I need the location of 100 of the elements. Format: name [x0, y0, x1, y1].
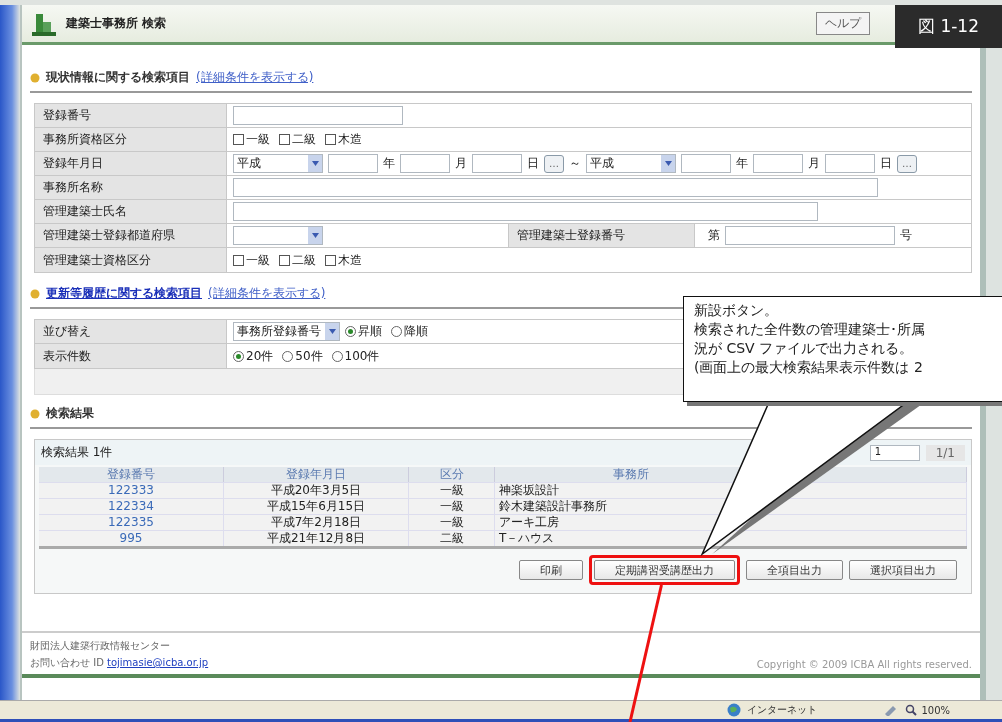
- radio-button[interactable]: [391, 326, 402, 337]
- detail-link[interactable]: (詳細条件を表示する): [196, 69, 314, 86]
- field-label: 表示件数: [35, 344, 227, 368]
- checkbox[interactable]: [233, 134, 244, 145]
- field-unit: 年: [383, 155, 395, 172]
- field-unit: 月: [455, 155, 467, 172]
- input-field[interactable]: [681, 154, 731, 173]
- table-cell: 平成21年12月8日: [224, 530, 409, 546]
- section-title: 現状情報に関する検索項目: [46, 69, 190, 86]
- checkbox[interactable]: [325, 254, 336, 266]
- section-title: 検索結果: [46, 405, 94, 422]
- table-cell: 二級: [409, 530, 495, 546]
- field-label: 並び替え: [35, 320, 227, 343]
- detail-link[interactable]: (詳細条件を表示する): [208, 285, 326, 302]
- checkbox-label: 木造: [338, 251, 362, 269]
- field-label: 管理建築士氏名: [35, 200, 227, 223]
- input-field[interactable]: [825, 154, 875, 173]
- figure-label: 図 1-12: [895, 5, 1002, 48]
- field-unit: 号: [900, 227, 912, 244]
- zoom-control[interactable]: 100%: [905, 704, 950, 716]
- magnifier-icon: [905, 704, 918, 716]
- action-button[interactable]: 選択項目出力: [849, 560, 957, 580]
- copyright: Copyright © 2009 ICBA All rights reserved.: [756, 659, 972, 670]
- calendar-button[interactable]: …: [544, 154, 564, 173]
- table-cell: 平成20年3月5日: [224, 482, 409, 498]
- input-field[interactable]: [233, 178, 878, 197]
- field-unit: 日: [527, 155, 539, 172]
- email-link[interactable]: tojimasie@icba.or.jp: [107, 657, 209, 668]
- callout-text: 新設ボタン。: [694, 301, 779, 320]
- action-button[interactable]: 印刷: [519, 560, 583, 580]
- table-cell: 平成7年2月18日: [224, 514, 409, 530]
- registration-link[interactable]: 995: [119, 531, 143, 545]
- dropdown[interactable]: [233, 226, 323, 245]
- result-count: 検索結果 1件: [41, 444, 114, 461]
- dropdown[interactable]: 事務所登録番号: [233, 322, 340, 341]
- table-cell: 一級: [409, 482, 495, 498]
- field-unit: 日: [880, 155, 892, 172]
- field-label: 管理建築士登録都道府県: [35, 224, 227, 247]
- caret-icon: [311, 233, 319, 238]
- caret-icon: [311, 161, 319, 166]
- contact-label: お問い合わせ ID: [30, 657, 105, 668]
- checkbox[interactable]: [233, 254, 244, 266]
- page-title: 建築士事務所 検索: [66, 15, 168, 32]
- radio-button[interactable]: [345, 326, 356, 337]
- field-label: 事務所名称: [35, 176, 227, 199]
- radio-label: 20件: [246, 347, 274, 365]
- field-label: 事務所資格区分: [35, 128, 227, 151]
- callout-text: (画面上の最大検索結果表示件数は 2: [694, 358, 924, 377]
- help-button[interactable]: ヘルプ: [816, 12, 870, 35]
- caret-icon: [664, 161, 672, 166]
- bullet-icon: [30, 288, 40, 299]
- radio-button[interactable]: [331, 350, 343, 362]
- checkbox[interactable]: [325, 134, 336, 145]
- radio-label: 降順: [404, 323, 428, 340]
- checkbox-label: 二級: [292, 131, 316, 148]
- radio-label: 100件: [344, 347, 380, 365]
- dropdown[interactable]: 平成: [233, 154, 323, 173]
- field-unit: 月: [808, 155, 820, 172]
- input-field[interactable]: [328, 154, 378, 173]
- input-field[interactable]: [233, 106, 403, 125]
- field-label: 管理建築士登録番号: [508, 224, 695, 247]
- radio-label: 昇順: [358, 323, 382, 340]
- field-unit: ～: [569, 155, 581, 172]
- section-title-link[interactable]: 更新等履歴に関する検索項目: [46, 285, 202, 302]
- organization-name: 財団法人建築行政情報センター: [30, 639, 171, 653]
- radio-button[interactable]: [233, 350, 244, 362]
- page-count: 1/1: [925, 444, 965, 461]
- input-field[interactable]: [725, 226, 895, 245]
- field-unit: 第: [708, 227, 720, 244]
- table-cell: アーキ工房: [495, 514, 967, 530]
- input-field[interactable]: [233, 202, 818, 221]
- bullet-icon: [30, 72, 40, 83]
- column-header[interactable]: 区分: [409, 467, 495, 482]
- field-label: 管理建築士資格区分: [35, 248, 227, 272]
- column-header[interactable]: 登録年月日: [224, 467, 409, 482]
- checkbox[interactable]: [279, 254, 290, 266]
- action-button[interactable]: 全項目出力: [746, 560, 843, 580]
- bullet-icon: [30, 408, 40, 419]
- checkbox-label: 一級: [246, 251, 270, 269]
- action-button[interactable]: 定期講習受講歴出力: [594, 560, 735, 580]
- caret-icon: [328, 329, 336, 334]
- security-zone: インターネット: [747, 703, 818, 717]
- input-field[interactable]: [753, 154, 803, 173]
- calendar-button[interactable]: …: [897, 154, 917, 173]
- checkbox-label: 一級: [246, 131, 270, 148]
- column-header[interactable]: 登録番号: [39, 467, 224, 482]
- callout-text: 況が CSV ファイルで出力される。: [694, 339, 915, 358]
- field-unit: 年: [736, 155, 748, 172]
- table-cell: 一級: [409, 514, 495, 530]
- input-field[interactable]: [472, 154, 522, 173]
- radio-button[interactable]: [282, 350, 294, 362]
- input-field[interactable]: [400, 154, 450, 173]
- table-cell: 一級: [409, 498, 495, 514]
- dropdown[interactable]: 平成: [586, 154, 676, 173]
- checkbox[interactable]: [279, 134, 290, 145]
- checkbox-label: 二級: [292, 251, 316, 269]
- page-input[interactable]: 1: [869, 444, 920, 461]
- globe-icon: [727, 703, 742, 717]
- table-cell: 平成15年6月15日: [224, 498, 409, 514]
- table-cell: T－ハウス: [495, 530, 967, 546]
